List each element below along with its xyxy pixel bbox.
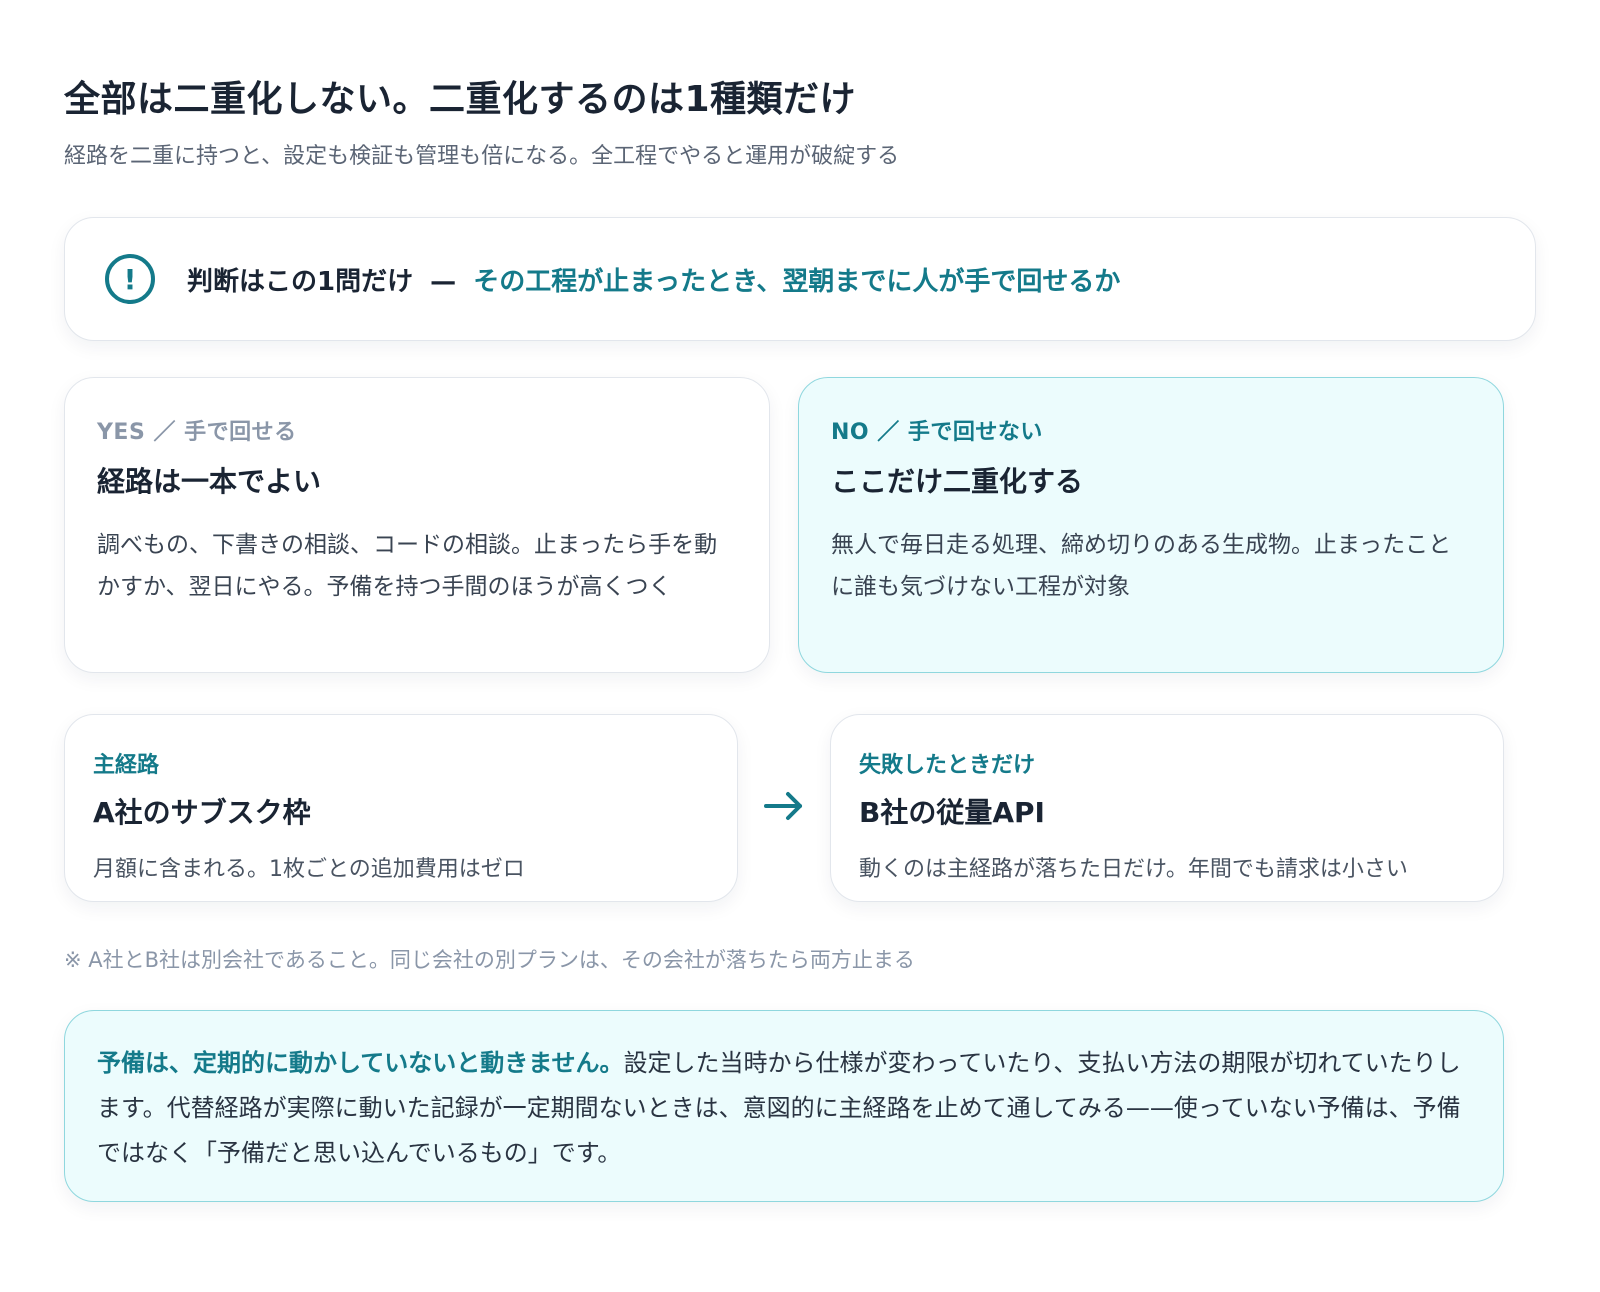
no-card: NO ／ 手で回せない ここだけ二重化する 無人で毎日走る処理、締め切りのある生… <box>798 377 1504 673</box>
question-highlight: その工程が止まったとき、翌朝までに人が手で回せるか <box>473 266 1121 297</box>
question-separator: — <box>430 266 457 297</box>
decision-question-card: ! 判断はこの1問だけ — その工程が止まったとき、翌朝までに人が手で回せるか <box>64 217 1536 341</box>
arrow-right-icon <box>764 792 802 820</box>
page-subtitle: 経路を二重に持つと、設定も検証も管理も倍になる。全工程でやると運用が破綻する <box>64 144 900 169</box>
no-kicker: NO ／ 手で回せない <box>831 420 1043 445</box>
primary-route-name: A社のサブスク枠 <box>93 796 311 829</box>
yes-kicker: YES ／ 手で回せる <box>97 420 297 445</box>
page-title: 全部は二重化しない。二重化するのは1種類だけ <box>64 79 857 120</box>
decision-question-text: 判断はこの1問だけ — その工程が止まったとき、翌朝までに人が手で回せるか <box>187 261 1120 298</box>
fallback-route-card: 失敗したときだけ B社の従量API 動くのは主経路が落ちた日だけ。年間でも請求は… <box>830 714 1504 902</box>
no-heading: ここだけ二重化する <box>831 465 1084 498</box>
question-lead: 判断はこの1問だけ <box>187 266 414 297</box>
callout-highlight: 予備は、定期的に動かしていないと動きません。 <box>97 1049 624 1077</box>
yes-card: YES ／ 手で回せる 経路は一本でよい 調べもの、下書きの相談、コードの相談。… <box>64 377 770 673</box>
callout-text: 予備は、定期的に動かしていないと動きません。設定した当時から仕様が変わっていたり… <box>97 1041 1471 1176</box>
primary-route-card: 主経路 A社のサブスク枠 月額に含まれる。1枚ごとの追加費用はゼロ <box>64 714 738 902</box>
callout-card: 予備は、定期的に動かしていないと動きません。設定した当時から仕様が変わっていたり… <box>64 1010 1504 1202</box>
page: 全部は二重化しない。二重化するのは1種類だけ 経路を二重に持つと、設定も検証も管… <box>0 0 1600 1292</box>
fallback-route-name: B社の従量API <box>859 796 1045 829</box>
primary-route-kicker: 主経路 <box>93 753 160 778</box>
no-body: 無人で毎日走る処理、締め切りのある生成物。止まったことに誰も気づけない工程が対象 <box>831 532 1452 600</box>
fallback-route-desc: 動くのは主経路が落ちた日だけ。年間でも請求は小さい <box>859 857 1408 882</box>
fallback-route-kicker: 失敗したときだけ <box>859 753 1036 778</box>
alert-circle-icon: ! <box>105 254 155 304</box>
primary-route-desc: 月額に含まれる。1枚ごとの追加費用はゼロ <box>93 857 525 882</box>
footnote: ※ A社とB社は別会社であること。同じ会社の別プランは、その会社が落ちたら両方止… <box>64 948 915 972</box>
yes-heading: 経路は一本でよい <box>97 465 322 498</box>
yes-body: 調べもの、下書きの相談、コードの相談。止まったら手を動かすか、翌日にやる。予備を… <box>97 532 718 600</box>
